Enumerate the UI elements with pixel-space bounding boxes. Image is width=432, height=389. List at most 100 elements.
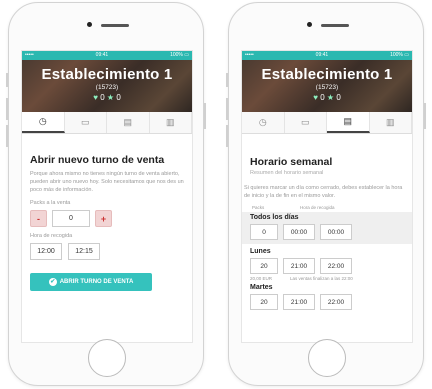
day-name: Martes xyxy=(250,284,273,291)
pickup-start-input[interactable]: 12:00 xyxy=(30,243,62,260)
volume-up-button xyxy=(6,98,8,120)
packs-input[interactable]: 20 xyxy=(250,258,278,274)
day-row-tuesday: Martes 20 21:00 22:00 xyxy=(250,284,404,310)
day-name: Todos los días xyxy=(250,214,299,221)
calendar-icon: ▭ xyxy=(80,117,90,127)
rating-count: 0 xyxy=(336,93,341,102)
start-time-input[interactable]: 00:00 xyxy=(283,224,315,240)
power-button xyxy=(204,103,206,129)
tab-bar: ◷ ▭ ▤ ▥ xyxy=(22,112,192,134)
volume-down-button xyxy=(6,125,8,147)
day-cells: 20 21:00 22:00 xyxy=(250,258,404,274)
sales-end-text: Las ventas finalizan a las 22:00 xyxy=(290,276,353,281)
battery-indicator: 100% ▭ xyxy=(170,52,189,58)
store-header: Establecimiento 1 (15723) ♥ 0 ★ 0 xyxy=(242,60,412,112)
earpiece-speaker xyxy=(321,24,349,27)
day-cells: 0 00:00 00:00 xyxy=(250,224,404,240)
chart-icon: ▥ xyxy=(165,117,175,127)
col-packs: Packs xyxy=(252,205,265,210)
end-time-input[interactable]: 00:00 xyxy=(320,224,352,240)
heart-icon: ♥ xyxy=(93,93,98,102)
screen-open-shift: ••••• 09:41 100% ▭ Establecimiento 1 (15… xyxy=(21,50,193,343)
calendar-icon: ▭ xyxy=(300,117,310,127)
section-title: Abrir nuevo turno de venta xyxy=(30,154,165,166)
open-shift-label: ABRIR TURNO DE VENTA xyxy=(59,279,134,285)
carrier-signal: ••••• xyxy=(25,52,34,58)
phone-left: ••••• 09:41 100% ▭ Establecimiento 1 (15… xyxy=(6,2,206,386)
day-row-monday: Lunes 20 21:00 22:00 20,00 EUR Las venta… xyxy=(250,248,404,281)
section-subtitle: Resumen del horario semanal xyxy=(250,170,324,176)
tab-orders[interactable]: ▤ xyxy=(107,112,150,133)
section-description: Si quieres marcar un día como cerrado, d… xyxy=(244,185,403,199)
tab-calendar[interactable]: ▭ xyxy=(65,112,107,133)
schedule-table-header: Packs Hora de recogida xyxy=(250,205,404,210)
volume-down-button xyxy=(226,125,228,147)
status-time: 09:41 xyxy=(315,52,329,58)
tab-stats[interactable]: ▥ xyxy=(150,112,192,133)
tab-stats[interactable]: ▥ xyxy=(370,112,412,133)
store-code: (15723) xyxy=(95,84,119,91)
tab-shift[interactable]: ◷ xyxy=(22,112,65,133)
rating-count: 0 xyxy=(116,93,121,102)
store-title: Establecimiento 1 xyxy=(261,66,393,83)
packs-label: Packs a la venta xyxy=(30,200,71,206)
tab-bar: ◷ ▭ ▤ ▥ xyxy=(242,112,412,134)
power-button xyxy=(424,103,426,129)
phone-right: ••••• 09:41 100% ▭ Establecimiento 1 (15… xyxy=(226,2,426,386)
section-description: Porque ahora mismo no tienes ningún turn… xyxy=(30,171,184,193)
status-bar: ••••• 09:41 100% ▭ xyxy=(22,51,192,60)
increment-button[interactable]: + xyxy=(95,210,112,227)
pickup-label: Hora de recogida xyxy=(30,233,73,239)
store-stats: ♥ 0 ★ 0 xyxy=(22,93,192,102)
clock-icon: ◷ xyxy=(38,116,47,126)
end-time-input[interactable]: 22:00 xyxy=(320,258,352,274)
status-bar: ••••• 09:41 100% ▭ xyxy=(242,51,412,60)
mute-switch xyxy=(6,73,8,87)
day-name: Lunes xyxy=(250,248,271,255)
packs-input[interactable]: 0 xyxy=(52,210,90,227)
front-camera xyxy=(87,22,92,27)
day-row-all: Todos los días 0 00:00 00:00 xyxy=(242,212,412,244)
weekly-schedule: Horario semanal Resumen del horario sema… xyxy=(242,134,412,316)
status-time: 09:41 xyxy=(95,52,109,58)
volume-up-button xyxy=(226,98,228,120)
end-time-input[interactable]: 22:00 xyxy=(320,294,352,310)
store-stats: ♥ 0 ★ 0 xyxy=(242,93,412,102)
start-time-input[interactable]: 21:00 xyxy=(283,258,315,274)
price-text: 20,00 EUR xyxy=(250,276,273,281)
tab-calendar[interactable]: ▭ xyxy=(285,112,327,133)
likes-count: 0 xyxy=(100,93,105,102)
star-icon: ★ xyxy=(326,93,335,102)
front-camera xyxy=(307,22,312,27)
day-note: 20,00 EUR Las ventas finalizan a las 22:… xyxy=(250,276,404,281)
clipboard-icon: ▤ xyxy=(123,117,132,127)
check-icon: ✔ xyxy=(48,278,57,286)
day-cells: 20 21:00 22:00 xyxy=(250,294,404,310)
home-button[interactable] xyxy=(88,339,126,377)
star-icon: ★ xyxy=(106,93,115,102)
packs-input[interactable]: 0 xyxy=(250,224,278,240)
open-shift-button[interactable]: ✔ ABRIR TURNO DE VENTA xyxy=(30,273,152,291)
packs-input[interactable]: 20 xyxy=(250,294,278,310)
tab-shift[interactable]: ◷ xyxy=(242,112,285,133)
clock-icon: ◷ xyxy=(258,117,267,127)
tab-orders[interactable]: ▤ xyxy=(327,112,370,133)
pickup-end-input[interactable]: 12:15 xyxy=(68,243,100,260)
store-code: (15723) xyxy=(315,84,339,91)
earpiece-speaker xyxy=(101,24,129,27)
heart-icon: ♥ xyxy=(313,93,318,102)
packs-stepper: - 0 + xyxy=(30,210,184,227)
clipboard-icon: ▤ xyxy=(343,116,352,126)
start-time-input[interactable]: 21:00 xyxy=(283,294,315,310)
decrement-button[interactable]: - xyxy=(30,210,47,227)
col-pickup-hours: Hora de recogida xyxy=(300,205,335,210)
mute-switch xyxy=(226,73,228,87)
store-title: Establecimiento 1 xyxy=(41,66,173,83)
store-header: Establecimiento 1 (15723) ♥ 0 ★ 0 xyxy=(22,60,192,112)
screen-weekly-schedule: ••••• 09:41 100% ▭ Establecimiento 1 (15… xyxy=(241,50,413,343)
pickup-times: 12:00 12:15 xyxy=(30,243,184,260)
chart-icon: ▥ xyxy=(385,117,395,127)
likes-count: 0 xyxy=(320,93,325,102)
battery-indicator: 100% ▭ xyxy=(390,52,409,58)
home-button[interactable] xyxy=(308,339,346,377)
